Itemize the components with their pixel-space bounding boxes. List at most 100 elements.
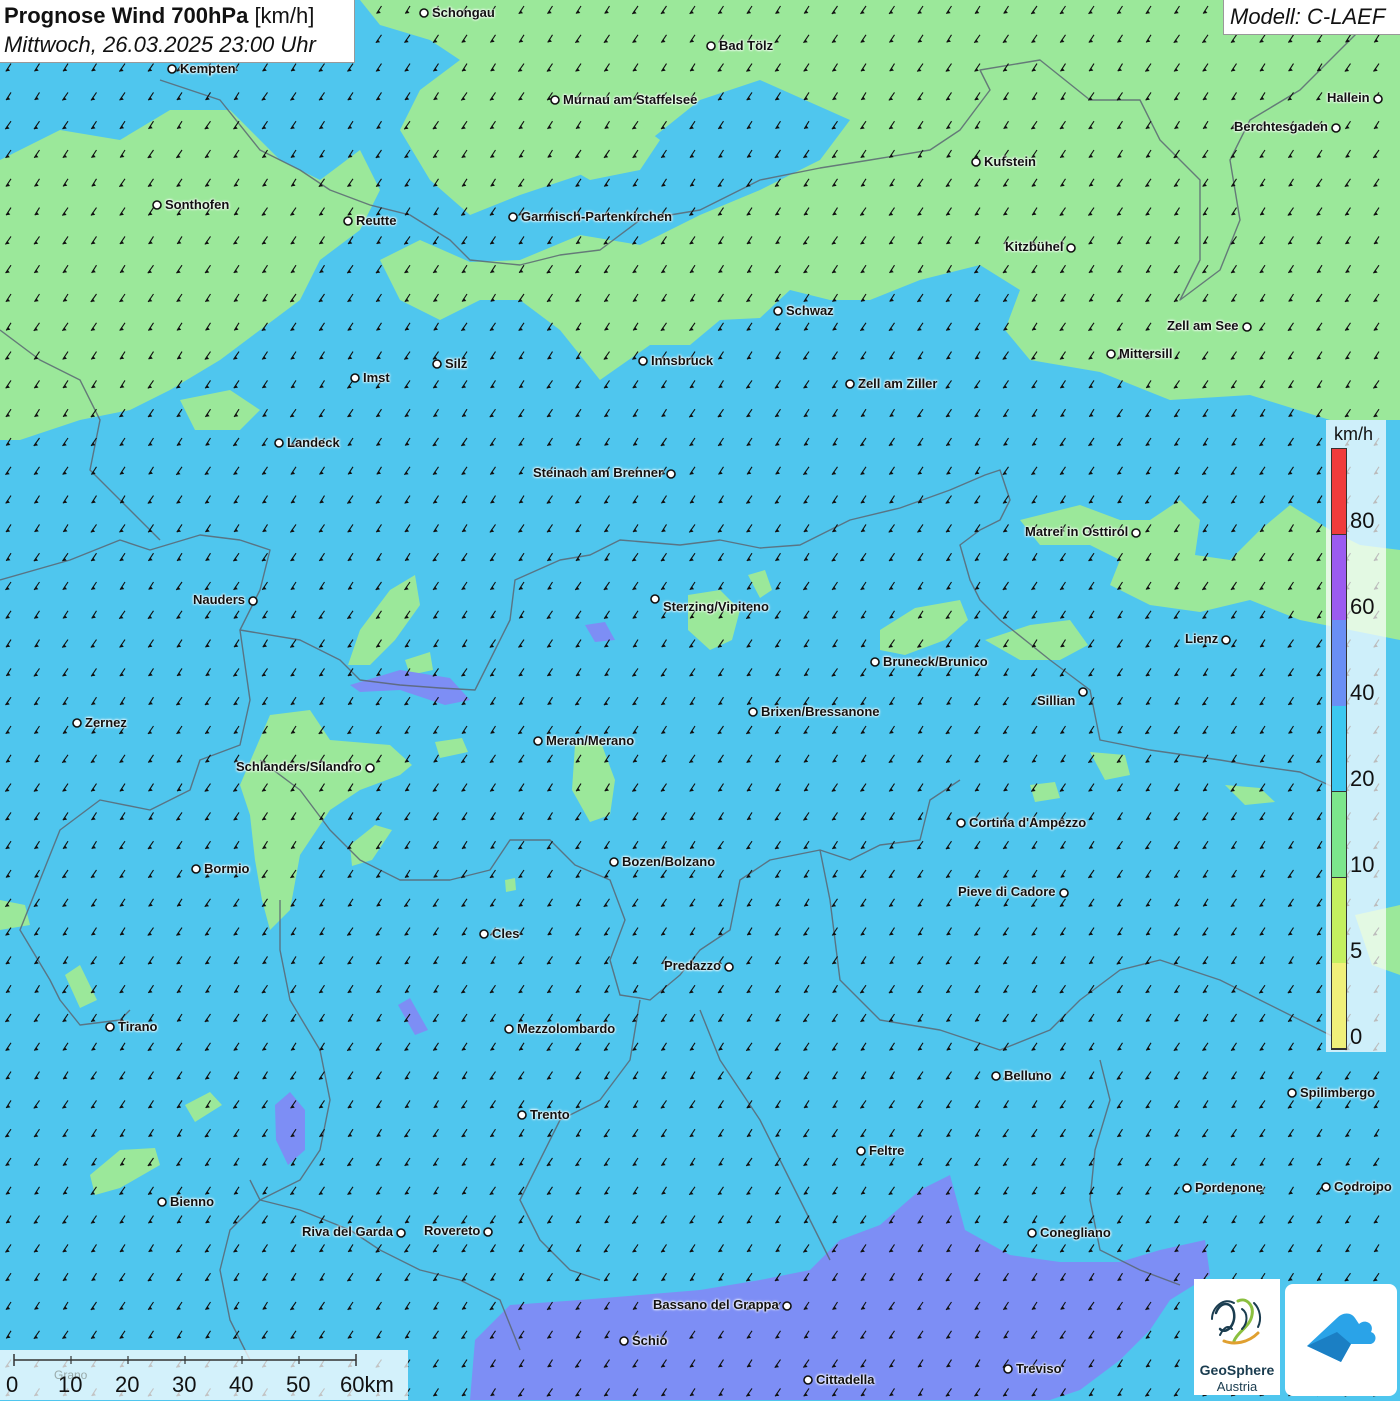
legend-color-bar: [1331, 448, 1347, 1050]
legend-color-segment: [1332, 877, 1346, 964]
forecast-datetime: Mittwoch, 26.03.2025 23:00 Uhr: [4, 32, 316, 57]
scale-label: 30: [172, 1372, 197, 1397]
city-marker-icon: [72, 718, 82, 728]
city-marker-icon: [1373, 94, 1383, 104]
model-label: Modell: C-LAEF: [1230, 4, 1386, 29]
city-label: Murnau am Staffelsee: [563, 92, 698, 107]
geosphere-name: GeoSphere: [1199, 1362, 1275, 1378]
city-label: Landeck: [287, 435, 340, 450]
city-label: Pieve di Cadore: [958, 884, 1056, 899]
forecast-map[interactable]: Schongau Bad Tölz Kempten Murnau am Staffel…: [0, 0, 1400, 1400]
geosphere-logo-icon: [1211, 1298, 1262, 1345]
app-logo[interactable]: [1285, 1284, 1397, 1396]
scale-label: 20: [115, 1372, 140, 1397]
city-label: Predazzo: [664, 958, 722, 973]
city-marker-icon: [650, 594, 660, 604]
city-marker-icon: [152, 200, 162, 210]
city-label: Zell am Ziller: [858, 376, 938, 391]
scale-label: 0: [6, 1372, 19, 1397]
city-marker-icon: [483, 1227, 493, 1237]
legend-color-segment: [1332, 963, 1346, 1050]
city-marker-icon: [365, 763, 375, 773]
city-label: Bormio: [204, 861, 250, 876]
city-marker-icon: [666, 469, 676, 479]
legend-tick-label: 10: [1350, 852, 1375, 877]
city-label: Lienz: [1185, 631, 1219, 646]
legend-tick-label: 80: [1350, 508, 1375, 533]
city-label: Mittersill: [1119, 346, 1173, 361]
city-marker-icon: [991, 1071, 1001, 1081]
city-marker-icon: [504, 1024, 514, 1034]
city-label: Cittadella: [816, 1372, 875, 1387]
city-marker-icon: [856, 1146, 866, 1156]
city-marker-icon: [638, 356, 648, 366]
city-marker-icon: [1059, 888, 1069, 898]
scale-label: 10: [58, 1372, 83, 1397]
scale-label: 50: [286, 1372, 311, 1397]
model-box: Modell: C-LAEF: [1223, 0, 1400, 35]
title-box: Prognose Wind 700hPa [km/h] Mittwoch, 26…: [0, 0, 355, 63]
city-marker-icon: [619, 1336, 629, 1346]
city-marker-icon: [706, 41, 716, 51]
city-label: Matrei in Osttirol: [1025, 524, 1129, 539]
city-label: Hallein: [1327, 90, 1370, 105]
city-marker-icon: [1182, 1183, 1192, 1193]
city-label: Bozen/Bolzano: [622, 854, 716, 869]
city-marker-icon: [803, 1375, 813, 1385]
city-label: Brixen/Bressanone: [761, 704, 880, 719]
city-marker-icon: [550, 95, 560, 105]
city-marker-icon: [1131, 528, 1141, 538]
city-label: Imst: [363, 370, 390, 385]
city-label: Berchtesgaden: [1234, 119, 1328, 134]
map-title: Prognose Wind 700hPa [km/h]: [4, 3, 315, 28]
legend-color-segment: [1332, 534, 1346, 621]
city-marker-icon: [845, 379, 855, 389]
geosphere-logo[interactable]: GeoSphere Austria: [1194, 1279, 1280, 1395]
city-marker-icon: [971, 157, 981, 167]
city-marker-icon: [1106, 349, 1116, 359]
city-marker-icon: [350, 373, 360, 383]
city-label: Codroipo: [1334, 1179, 1392, 1194]
city-marker-icon: [343, 216, 353, 226]
city-label: Belluno: [1004, 1068, 1052, 1083]
legend-color-segment: [1332, 791, 1346, 879]
city-label: Innsbruck: [651, 353, 714, 368]
city-marker-icon: [870, 657, 880, 667]
city-marker-icon: [508, 212, 518, 222]
city-marker-icon: [533, 736, 543, 746]
city-marker-icon: [1027, 1228, 1037, 1238]
city-marker-icon: [1066, 243, 1076, 253]
city-marker-icon: [782, 1301, 792, 1311]
city-label: Garmisch-Partenkirchen: [521, 209, 673, 224]
city-label: Bassano del Grappa: [653, 1297, 779, 1312]
city-marker-icon: [956, 818, 966, 828]
scale-label: 40: [229, 1372, 254, 1397]
city-label: Reutte: [356, 213, 397, 228]
city-label: Rovereto: [424, 1223, 481, 1238]
city-label: Tirano: [118, 1019, 158, 1034]
city-marker-icon: [191, 864, 201, 874]
city-marker-icon: [105, 1022, 115, 1032]
city-label: Schwaz: [786, 303, 834, 318]
app-logo-icon: [1307, 1313, 1376, 1362]
legend-tick-label: 20: [1350, 766, 1375, 791]
city-marker-icon: [274, 438, 284, 448]
city-label: Bienno: [170, 1194, 215, 1209]
city-label: Bruneck/Brunico: [883, 654, 988, 669]
city-label: Zell am See: [1167, 318, 1239, 333]
city-marker-icon: [1078, 687, 1088, 697]
legend-color-segment: [1332, 706, 1346, 793]
legend-color-segment: [1332, 620, 1346, 707]
city-label: Pordenone: [1195, 1180, 1263, 1195]
legend-color-segment: [1332, 449, 1346, 536]
city-marker-icon: [1003, 1364, 1013, 1374]
city-marker-icon: [773, 306, 783, 316]
city-label: Trento: [530, 1107, 570, 1122]
city-marker-icon: [479, 929, 489, 939]
city-label: Schongau: [432, 5, 495, 20]
legend-tick-label: 5: [1350, 938, 1363, 963]
city-marker-icon: [432, 359, 442, 369]
city-marker-icon: [248, 596, 258, 606]
city-marker-icon: [724, 962, 734, 972]
city-label: Cles: [492, 926, 520, 941]
